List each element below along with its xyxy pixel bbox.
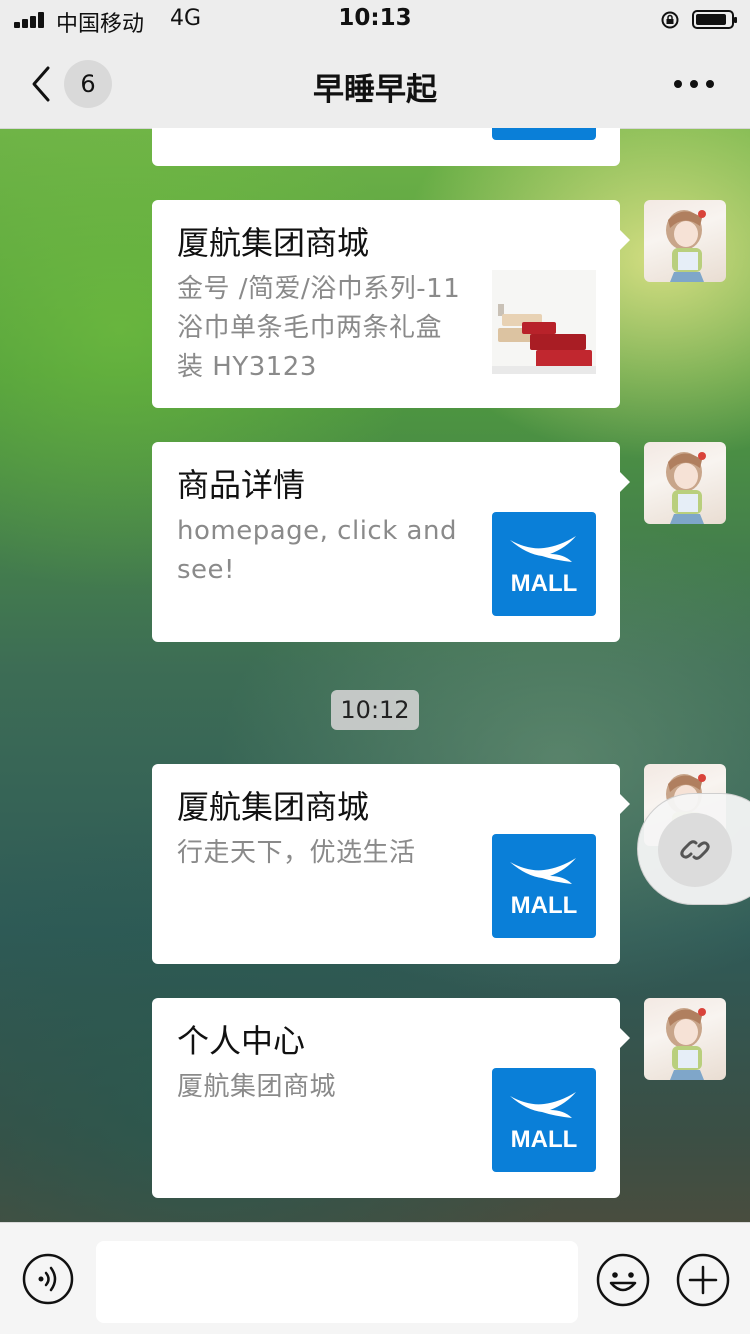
card-title: 商品详情 [177, 466, 306, 504]
card-title: 个人中心 [177, 1022, 306, 1060]
chat-screen: 中国移动 4G 10:13 6 早睡早起 厦航集团商城 金号 /简爱/浴巾系列-… [0, 0, 750, 1334]
mall-logo: MALL [492, 512, 596, 616]
card-description: 行走天下，优选生活 [177, 838, 416, 868]
mall-logo-text: MALL [510, 1126, 578, 1153]
chat-title: 早睡早起 [313, 72, 437, 108]
rotation-lock-icon [661, 11, 679, 29]
message-card[interactable]: 厦航集团商城 金号 /简爱/浴巾系列-11 浴巾单条毛巾两条礼盒装 HY3123 [152, 200, 630, 408]
card-title: 厦航集团商城 [177, 224, 370, 262]
status-bar: 中国移动 4G 10:13 [0, 0, 750, 40]
message-card[interactable]: 商品详情 homepage, click and see! MALL [152, 442, 630, 642]
link-icon [680, 840, 710, 860]
card-description: 金号 /简爱/浴巾系列-11 浴巾单条毛巾两条礼盒装 HY3123 [177, 274, 461, 382]
mall-logo-text: MALL [510, 570, 578, 597]
mall-logo: MALL [492, 1068, 596, 1172]
message-card-partial[interactable] [152, 128, 620, 166]
card-description: 厦航集团商城 [177, 1072, 337, 1102]
message-timestamp: 10:12 [331, 690, 419, 730]
plus-icon[interactable] [676, 1253, 730, 1307]
message-card[interactable]: 个人中心 厦航集团商城 MALL [152, 998, 630, 1198]
mall-logo-partial [492, 128, 596, 140]
mall-logo: MALL [492, 834, 596, 938]
chat-input-bar [0, 1222, 750, 1334]
mall-logo-text: MALL [510, 892, 578, 919]
more-options-icon[interactable] [674, 78, 714, 90]
avatar[interactable] [644, 200, 726, 282]
status-time: 10:13 [338, 5, 412, 31]
float-button-inner [658, 813, 732, 887]
message-input[interactable] [96, 1241, 578, 1323]
avatar[interactable] [644, 442, 726, 524]
product-thumbnail [492, 270, 596, 374]
bird-icon [510, 858, 576, 884]
floating-link-button[interactable] [637, 793, 750, 905]
bird-icon [510, 536, 576, 562]
battery-icon [692, 10, 737, 29]
card-description: homepage, click and see! [177, 516, 457, 585]
nav-bar: 6 早睡早起 [0, 40, 750, 129]
bird-icon [510, 1092, 576, 1118]
avatar[interactable] [644, 998, 726, 1080]
message-card[interactable]: 厦航集团商城 行走天下，优选生活 MALL [152, 764, 630, 964]
voice-input-icon[interactable] [22, 1253, 74, 1305]
emoji-icon[interactable] [596, 1253, 650, 1307]
card-title: 厦航集团商城 [177, 788, 370, 826]
